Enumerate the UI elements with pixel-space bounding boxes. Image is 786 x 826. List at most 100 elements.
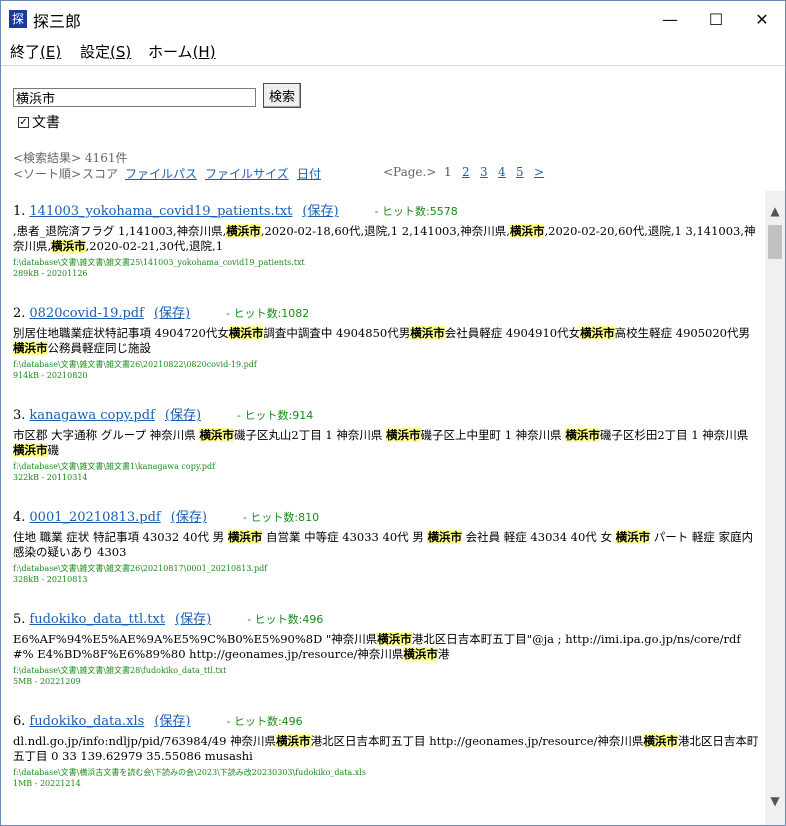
snippet-text: dl.ndl.go.jp/info:ndljp/pid/763984/49 神奈…	[13, 734, 277, 748]
result-snippet: 市区郡 大字通称 グループ 神奈川県 横浜市磯子区丸山2丁目 1 神奈川県 横浜…	[13, 428, 761, 459]
snippet-text: ,2020-02-21,30代,退院,1	[85, 239, 224, 253]
pager-page-2[interactable]: 2	[462, 165, 470, 179]
snippet-text: 会社員軽症 4904910代女	[444, 326, 581, 340]
snippet-text: 公務員軽症同じ施設	[47, 341, 152, 355]
search-button[interactable]: 検索	[263, 83, 301, 108]
result-index: 3.	[13, 408, 26, 423]
result-snippet: E6%AF%94%E5%AE%9A%E5%9C%B0%E5%90%8D "神奈川…	[13, 632, 761, 663]
result-file-link[interactable]: 0001_20210813.pdf	[29, 510, 160, 525]
result-snippet: 住地 職業 症状 特記事項 43032 40代 男 横浜市 自営業 中等症 43…	[13, 530, 761, 561]
snippet-highlight: 横浜市	[427, 530, 462, 544]
result-snippet: dl.ndl.go.jp/info:ndljp/pid/763984/49 神奈…	[13, 734, 761, 765]
search-input[interactable]	[13, 88, 256, 107]
result-hit-count: - ヒット数:914	[237, 409, 314, 422]
snippet-text: 別居住地職業症状特記事項 4904720代女	[13, 326, 229, 340]
pager-page-4[interactable]: 4	[498, 165, 506, 179]
scroll-up-icon[interactable]: ▲	[765, 201, 785, 221]
result-path: f:\database\文書\雑文書\雑文書26\20210822\0820co…	[13, 360, 257, 369]
result-file-link[interactable]: kanagawa copy.pdf	[29, 408, 154, 423]
maximize-icon: ☐	[708, 9, 724, 29]
menu-settings[interactable]: 設定(S)	[80, 41, 131, 62]
menu-home[interactable]: ホーム(H)	[148, 41, 216, 62]
document-checkbox-label: 文書	[32, 115, 60, 131]
menu-exit[interactable]: 終了(E)	[10, 41, 61, 62]
result-meta: 914kB - 20210820	[13, 371, 88, 380]
pager-next[interactable]: >	[534, 165, 544, 179]
document-checkbox[interactable]: ✓ 文書	[18, 112, 60, 132]
result-index: 2.	[13, 306, 26, 321]
result-meta: 328kB - 20210813	[13, 575, 88, 584]
scrollbar-track[interactable]	[765, 191, 785, 825]
result-title-row: 5. fudokiko_data_ttl.txt (保存) - ヒット数:496	[13, 609, 761, 631]
snippet-highlight: 横浜市	[227, 530, 263, 544]
snippet-text: 会社員 軽症 43034 40代 女	[461, 530, 616, 544]
result-file-link[interactable]: fudokiko_data_ttl.txt	[29, 612, 165, 627]
menu-exit-mnemonic: (E)	[40, 43, 62, 61]
snippet-text: 磯子区上中里町 1 神奈川県	[420, 428, 566, 442]
result-item: 1. 141003_yokohama_covid19_patients.txt (保…	[13, 201, 761, 303]
sort-bar: <ソート順> スコア ファイルパス ファイルサイズ 日付 <Page.> 1 2…	[13, 165, 573, 183]
result-save-link[interactable]: (保存)	[154, 306, 190, 321]
result-path: f:\database\文書\横浜古文書を読む会\下読みの会\2023\下読み改…	[13, 768, 366, 777]
snippet-text: ,2020-02-18,60代,退院,1 2,141003,神奈川県,	[260, 224, 510, 238]
result-save-link[interactable]: (保存)	[302, 204, 338, 219]
snippet-text: 住地 職業 症状 特記事項 43032 40代 男	[13, 530, 228, 544]
snippet-text: 自営業 中等症 43033 40代 男	[262, 530, 428, 544]
snippet-highlight: 横浜市	[13, 443, 48, 457]
result-file-link[interactable]: 141003_yokohama_covid19_patients.txt	[29, 204, 292, 219]
result-hit-count: - ヒット数:1082	[226, 307, 310, 320]
menu-divider	[1, 65, 785, 66]
snippet-highlight: 横浜市	[51, 239, 86, 253]
result-meta: 5MB - 20221209	[13, 677, 81, 686]
result-hit-count: - ヒット数:5578	[374, 205, 458, 218]
minimize-button[interactable]: —	[647, 1, 693, 37]
snippet-text: 市区郡 大字通称 グループ 神奈川県	[13, 428, 200, 442]
snippet-text: 磯子区丸山2丁目 1 神奈川県	[233, 428, 387, 442]
snippet-highlight: 横浜市	[377, 632, 412, 646]
sort-option-filesize[interactable]: ファイルサイズ	[205, 165, 289, 182]
close-button[interactable]: ✕	[739, 1, 785, 37]
result-path: f:\database\文書\雑文書\雑文書25\141003_yokohama…	[13, 258, 305, 267]
result-save-link[interactable]: (保存)	[154, 714, 190, 729]
snippet-text: 港北区日吉本町五丁目 http://geonames.jp/resource/神…	[310, 734, 644, 748]
menu-home-label: ホーム	[148, 43, 193, 61]
snippet-text: 磯子区杉田2丁目 1 神奈川県	[599, 428, 749, 442]
maximize-button[interactable]: ☐	[693, 1, 739, 37]
snippet-highlight: 横浜市	[410, 326, 445, 340]
result-hit-count: - ヒット数:496	[247, 613, 324, 626]
snippet-highlight: 横浜市	[643, 734, 678, 748]
results-list: 1. 141003_yokohama_covid19_patients.txt (保…	[13, 201, 761, 813]
result-file-link[interactable]: fudokiko_data.xls	[29, 714, 144, 729]
result-title-row: 1. 141003_yokohama_covid19_patients.txt (保…	[13, 201, 761, 223]
snippet-highlight: 横浜市	[13, 341, 48, 355]
snippet-highlight: 横浜市	[228, 326, 264, 340]
result-meta: 322kB - 20110314	[13, 473, 88, 482]
scroll-down-icon[interactable]: ▼	[765, 791, 785, 811]
result-save-link[interactable]: (保存)	[171, 510, 207, 525]
result-file-link[interactable]: 0820covid-19.pdf	[29, 306, 144, 321]
result-title-row: 6. fudokiko_data.xls (保存) - ヒット数:496	[13, 711, 761, 733]
snippet-text: 調査中調査中 4904850代男	[263, 326, 411, 340]
snippet-text: ,患者_退院済フラグ 1,141003,神奈川県,	[13, 224, 227, 238]
result-snippet: ,患者_退院済フラグ 1,141003,神奈川県,横浜市,2020-02-18,…	[13, 224, 761, 255]
app-icon: 探	[9, 10, 27, 28]
result-save-link[interactable]: (保存)	[165, 408, 201, 423]
pager-page-3[interactable]: 3	[480, 165, 488, 179]
title-bar: 探 探三郎 — ☐ ✕	[1, 1, 785, 37]
snippet-text: E6%AF%94%E5%AE%9A%E5%9C%B0%E5%90%8D "神奈川…	[13, 632, 378, 646]
menu-settings-mnemonic: (S)	[110, 43, 132, 61]
sort-option-date[interactable]: 日付	[297, 165, 321, 182]
result-path: f:\database\文書\雑文書\雑文書28\fudokiko_data_t…	[13, 666, 227, 675]
sort-option-filepath[interactable]: ファイルパス	[125, 165, 197, 182]
pager-page-5[interactable]: 5	[516, 165, 524, 179]
menu-home-mnemonic: (H)	[192, 43, 216, 61]
snippet-highlight: 横浜市	[509, 224, 545, 238]
snippet-text: 磯	[47, 443, 60, 457]
snippet-text: 高校生軽症 4905020代男	[614, 326, 750, 340]
scrollbar-thumb[interactable]	[768, 225, 782, 259]
app-window: 探 探三郎 — ☐ ✕ 終了(E) 設定(S) ホーム(H) 検索 ✓ 文書 <…	[0, 0, 786, 826]
sort-label: <ソート順>	[13, 167, 82, 181]
snippet-highlight: 横浜市	[386, 428, 421, 442]
result-save-link[interactable]: (保存)	[175, 612, 211, 627]
result-item: 6. fudokiko_data.xls (保存) - ヒット数:496 dl.ndl.…	[13, 711, 761, 813]
